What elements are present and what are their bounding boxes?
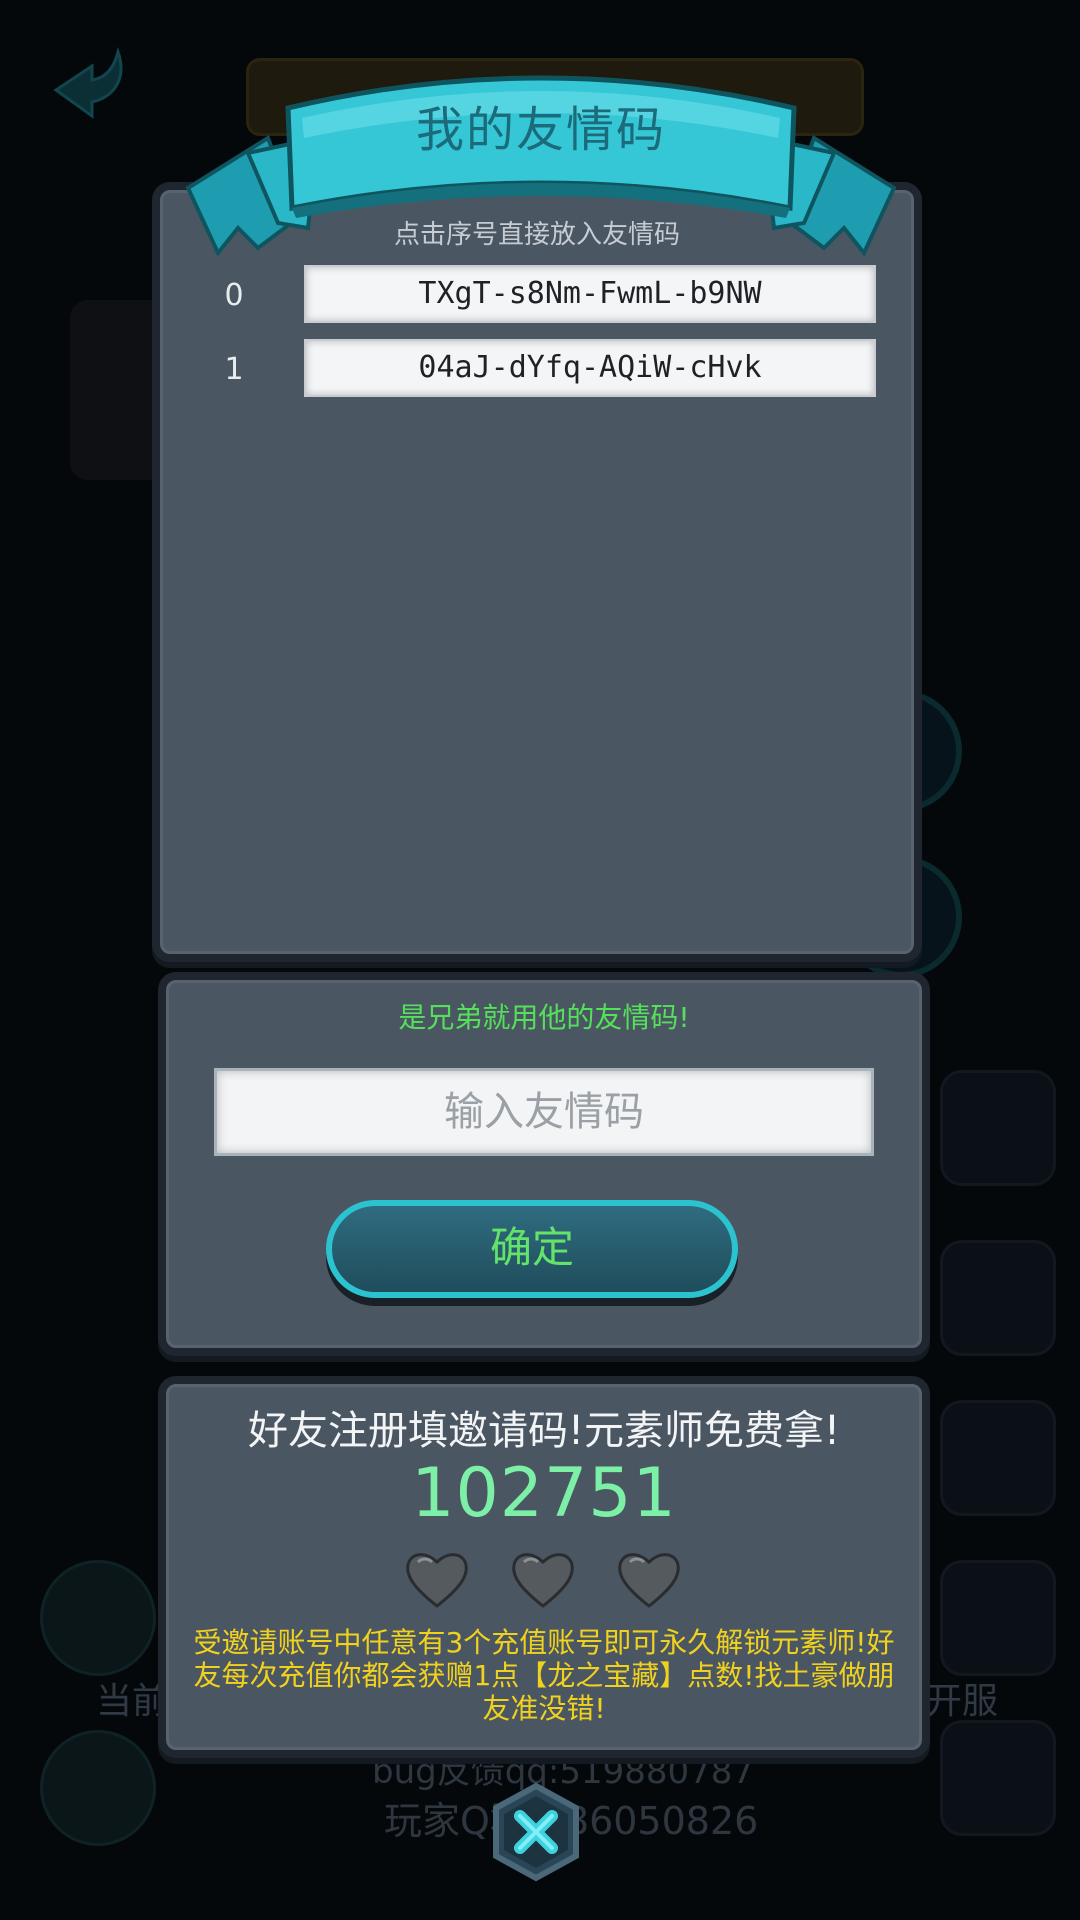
code-index[interactable]: 1 <box>200 339 268 401</box>
background-menu-icon <box>940 1400 1056 1516</box>
background-right-label: 开服 <box>926 1681 999 1722</box>
background-gift-icon <box>940 1070 1056 1186</box>
background-settings-icon <box>940 1720 1056 1836</box>
invite-description: 受邀请账号中任意有3个充值账号即可永久解锁元素师!好友每次充值你都会获赠1点【龙… <box>193 1626 895 1725</box>
invite-title: 好友注册填邀请码!元素师免费拿! <box>247 1408 841 1454</box>
code-index[interactable]: 0 <box>200 265 268 327</box>
code-value[interactable]: TXgT-s8Nm-FwmL-b9NW <box>304 265 876 323</box>
heart-icon <box>406 1553 468 1608</box>
background-clock-icon <box>40 1560 156 1676</box>
back-arrow-icon[interactable] <box>48 44 138 134</box>
enter-code-prompt: 是兄弟就用他的友情码! <box>398 1001 690 1034</box>
invite-code: 102751 <box>411 1454 677 1533</box>
code-hint: 点击序号直接放入友情码 <box>393 220 680 250</box>
code-value[interactable]: 04aJ-dYfq-AQiW-cHvk <box>304 339 876 397</box>
confirm-button[interactable]: 确定 <box>326 1200 738 1298</box>
close-icon[interactable] <box>488 1782 584 1882</box>
modal-title: 我的友情码 <box>415 102 666 158</box>
friend-code-input[interactable] <box>214 1068 874 1156</box>
code-row[interactable]: 0 TXgT-s8Nm-FwmL-b9NW <box>200 265 880 327</box>
background-envelope-icon <box>940 1560 1056 1676</box>
hearts-row <box>404 1548 704 1614</box>
heart-icon <box>512 1553 574 1608</box>
code-row[interactable]: 1 04aJ-dYfq-AQiW-cHvk <box>200 339 880 401</box>
background-face-icon <box>40 1730 156 1846</box>
heart-icon <box>618 1553 680 1608</box>
background-card-icon <box>940 1240 1056 1356</box>
